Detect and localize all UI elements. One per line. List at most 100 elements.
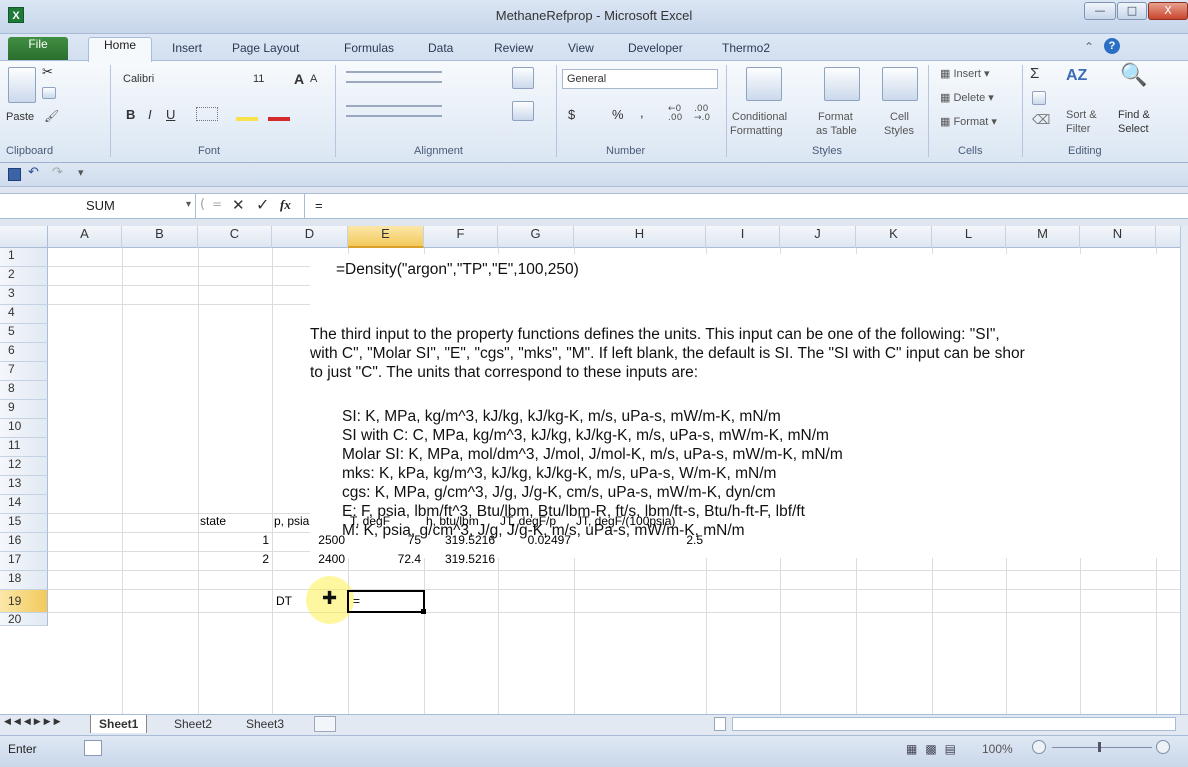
- format-as-table-button-line2[interactable]: as Table: [816, 125, 857, 137]
- column-header-d[interactable]: D: [272, 226, 348, 248]
- column-header-b[interactable]: B: [122, 226, 198, 248]
- font-name-dropdown[interactable]: Calibri: [118, 69, 248, 89]
- conditional-formatting-button-line2[interactable]: Formatting: [730, 125, 783, 137]
- format-as-table-button[interactable]: Format: [818, 111, 853, 123]
- maximize-button[interactable]: □: [1117, 2, 1147, 20]
- paste-icon[interactable]: [8, 67, 36, 103]
- zoom-slider[interactable]: [1052, 747, 1152, 748]
- conditional-formatting-button[interactable]: Conditional: [732, 111, 787, 123]
- cell-e17[interactable]: 72.4: [348, 552, 424, 571]
- tab-developer[interactable]: Developer: [628, 41, 683, 55]
- name-box-dropdown-icon[interactable]: ▾: [186, 199, 191, 210]
- column-header-a[interactable]: A: [48, 226, 122, 248]
- fill-handle[interactable]: [421, 609, 426, 614]
- name-box[interactable]: SUM: [0, 194, 196, 218]
- cell-e15[interactable]: T, degF: [350, 514, 424, 533]
- grow-font-button[interactable]: A: [294, 71, 304, 87]
- wrap-text-icon[interactable]: [512, 67, 534, 89]
- sheet-tab-sheet2[interactable]: Sheet2: [166, 715, 220, 733]
- horizontal-scrollbar[interactable]: [732, 717, 1176, 731]
- customize-qat-icon[interactable]: ▾: [78, 166, 84, 179]
- column-header-i[interactable]: I: [706, 226, 780, 248]
- percent-button[interactable]: %: [612, 107, 624, 122]
- format-as-table-icon[interactable]: [824, 67, 860, 101]
- tab-file[interactable]: File: [8, 37, 68, 61]
- instructions-textbox[interactable]: =Density("argon","TP","E",100,250) The t…: [310, 254, 1180, 558]
- cell-g15[interactable]: JT, degF/p: [500, 514, 574, 533]
- cell-d16[interactable]: 2500: [272, 533, 348, 552]
- cell-c16[interactable]: 1: [198, 533, 272, 552]
- currency-button[interactable]: $: [568, 107, 575, 122]
- merge-center-icon[interactable]: [512, 101, 534, 121]
- cell-styles-button-line2[interactable]: Styles: [884, 125, 914, 137]
- find-select-button-line2[interactable]: Select: [1118, 123, 1149, 135]
- row-header-2[interactable]: 2: [0, 267, 48, 286]
- find-select-button[interactable]: Find &: [1118, 109, 1150, 121]
- font-size-dropdown[interactable]: 11: [248, 69, 290, 89]
- column-header-e[interactable]: E: [348, 226, 424, 248]
- cancel-icon[interactable]: ✕: [232, 196, 245, 214]
- tab-page-layout[interactable]: Page Layout: [232, 41, 299, 55]
- conditional-formatting-icon[interactable]: [746, 67, 782, 101]
- row-header-4[interactable]: 4: [0, 305, 48, 324]
- bold-button[interactable]: B: [126, 107, 135, 122]
- row-header-13[interactable]: 13: [0, 476, 48, 495]
- italic-button[interactable]: I: [148, 107, 152, 122]
- row-header-20[interactable]: 20: [0, 613, 48, 626]
- row-header-18[interactable]: 18: [0, 571, 48, 590]
- zoom-out-icon[interactable]: [1032, 740, 1046, 754]
- tab-split-handle[interactable]: [714, 717, 726, 731]
- cell-f15[interactable]: h, btu/lbm: [426, 514, 498, 533]
- row-header-1[interactable]: 1: [0, 248, 48, 267]
- tab-insert[interactable]: Insert: [172, 41, 202, 55]
- paste-button[interactable]: Paste: [6, 111, 34, 123]
- column-header-f[interactable]: F: [424, 226, 498, 248]
- column-header-m[interactable]: M: [1006, 226, 1080, 248]
- minimize-button[interactable]: —: [1084, 2, 1116, 20]
- vertical-scrollbar[interactable]: [1180, 226, 1188, 714]
- comma-button[interactable]: ,: [640, 105, 644, 120]
- borders-icon[interactable]: [196, 107, 218, 121]
- row-header-16[interactable]: 16: [0, 533, 48, 552]
- tab-home[interactable]: Home: [88, 37, 152, 62]
- tab-view[interactable]: View: [568, 41, 594, 55]
- row-header-11[interactable]: 11: [0, 438, 48, 457]
- cell-f17[interactable]: 319.5216: [424, 552, 498, 571]
- view-buttons[interactable]: ▦▩▤: [906, 742, 964, 756]
- cell-f16[interactable]: 319.5216: [424, 533, 498, 552]
- sort-filter-button[interactable]: Sort &: [1066, 109, 1097, 121]
- help-icon[interactable]: ?: [1104, 38, 1120, 54]
- cell-h16[interactable]: 2.5: [574, 533, 706, 552]
- fill-color-icon[interactable]: [236, 105, 258, 121]
- sheet-tab-sheet1[interactable]: Sheet1: [90, 715, 148, 733]
- cell-d15[interactable]: p, psia: [274, 514, 348, 533]
- insert-cells-button[interactable]: ▦ Insert ▾: [940, 67, 990, 80]
- row-header-7[interactable]: 7: [0, 362, 48, 381]
- macro-record-icon[interactable]: [84, 740, 102, 756]
- shrink-font-button[interactable]: A: [310, 73, 317, 85]
- cell-styles-button[interactable]: Cell: [890, 111, 909, 123]
- row-header-10[interactable]: 10: [0, 419, 48, 438]
- decrease-decimal-icon[interactable]: .00 →.0: [694, 105, 710, 123]
- tab-thermo2[interactable]: Thermo2: [722, 41, 770, 55]
- zoom-level[interactable]: 100%: [982, 742, 1013, 756]
- column-header-k[interactable]: K: [856, 226, 932, 248]
- worksheet-grid[interactable]: A B C D E F G H I J K L M N 1 2 3 4 5 6 …: [0, 226, 1180, 714]
- redo-icon[interactable]: ↷: [52, 165, 63, 180]
- column-header-l[interactable]: L: [932, 226, 1006, 248]
- tab-formulas[interactable]: Formulas: [344, 41, 394, 55]
- format-cells-button[interactable]: ▦ Format ▾: [940, 115, 997, 128]
- insert-sheet-icon[interactable]: [314, 716, 336, 732]
- row-header-14[interactable]: 14: [0, 495, 48, 514]
- font-color-icon[interactable]: [268, 105, 290, 121]
- cell-d17[interactable]: 2400: [272, 552, 348, 571]
- underline-button[interactable]: U: [166, 107, 175, 122]
- formula-input[interactable]: =: [304, 194, 1174, 218]
- sort-filter-icon[interactable]: AZ: [1066, 67, 1087, 85]
- row-header-15[interactable]: 15: [0, 514, 48, 533]
- sheet-tab-sheet3[interactable]: Sheet3: [238, 715, 292, 733]
- vertical-align-icons[interactable]: [346, 71, 442, 83]
- row-header-5[interactable]: 5: [0, 324, 48, 343]
- row-header-6[interactable]: 6: [0, 343, 48, 362]
- increase-decimal-icon[interactable]: ←0.00: [668, 105, 682, 123]
